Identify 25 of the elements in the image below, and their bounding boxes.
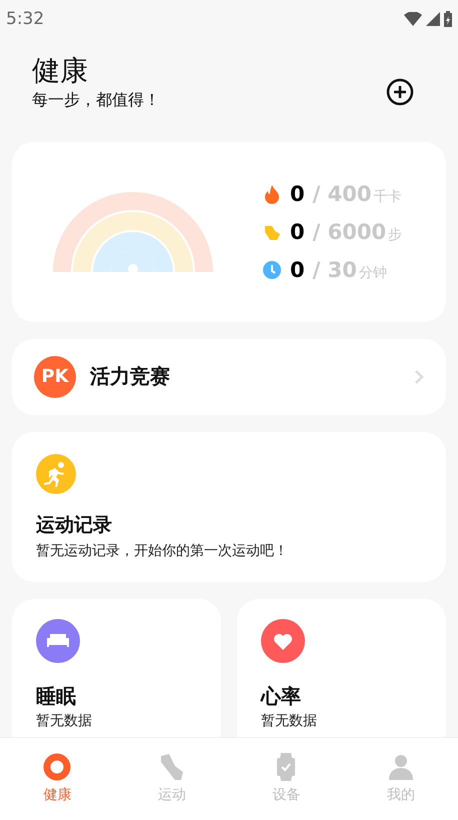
metric-card[interactable]: 心率 暂无数据 bbox=[237, 598, 446, 737]
page-title: 健康 bbox=[32, 54, 89, 88]
records-card[interactable]: 运动记录 暂无运动记录，开始你的第一次运动吧！ bbox=[12, 432, 446, 582]
chevron-icon bbox=[412, 368, 426, 386]
metric-message: 暂无数据 bbox=[36, 712, 93, 730]
metric-title: 心率 bbox=[261, 682, 302, 710]
metric-message: 暂无数据 bbox=[261, 712, 318, 730]
ring-icon bbox=[42, 752, 72, 782]
stat-value: 0 bbox=[290, 258, 305, 282]
competition-card[interactable]: PK 活力竞赛 bbox=[12, 338, 446, 415]
page-subtitle: 每一步，都值得！ bbox=[32, 90, 160, 111]
metric-card[interactable]: 睡眠 暂无数据 bbox=[12, 598, 221, 737]
battery-icon bbox=[444, 11, 452, 27]
metric-title: 睡眠 bbox=[36, 682, 77, 710]
runner-icon bbox=[36, 454, 76, 494]
add-icon[interactable] bbox=[384, 76, 416, 108]
stat-value: 0 bbox=[290, 182, 305, 206]
signal-icon bbox=[426, 12, 440, 26]
records-message: 暂无运动记录，开始你的第一次运动吧！ bbox=[36, 542, 289, 560]
status-time: 5:32 bbox=[6, 9, 44, 29]
competition-title: 活力竞赛 bbox=[90, 363, 171, 390]
records-title: 运动记录 bbox=[36, 512, 113, 538]
pk-badge: PK bbox=[34, 356, 76, 398]
stat-value: 0 bbox=[290, 220, 305, 244]
wifi-icon bbox=[404, 12, 422, 26]
